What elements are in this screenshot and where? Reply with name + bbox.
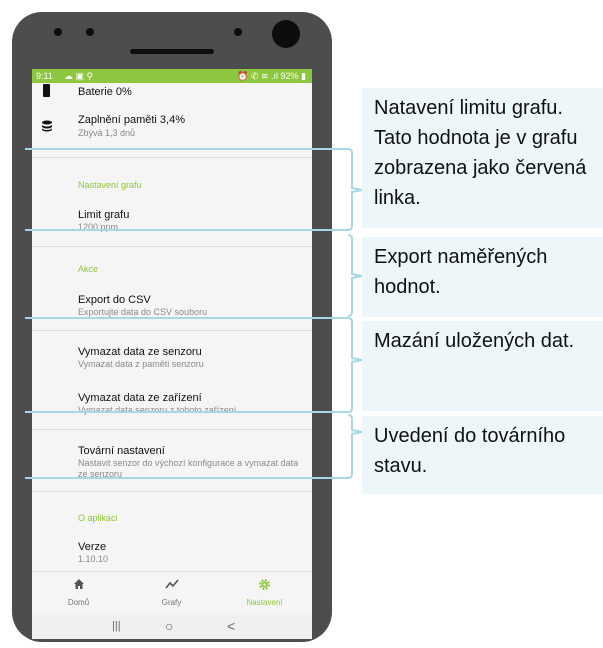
nav-home[interactable]: Domů <box>32 572 125 616</box>
chart-icon <box>165 579 179 589</box>
export-csv-title: Export do CSV <box>78 294 151 306</box>
clear-sensor-subtitle: Vymazat data z paměti senzoru <box>78 359 204 369</box>
front-camera <box>272 20 300 48</box>
clear-device-item[interactable]: Vymazat data ze zařízení Vymazat data se… <box>32 383 312 423</box>
divider <box>32 246 312 247</box>
camera-dot <box>54 28 62 36</box>
divider <box>32 429 312 430</box>
callout-factory: Uvedení do továrního stavu. <box>362 416 603 494</box>
section-graph-settings: Nastavení grafu <box>78 180 142 190</box>
divider <box>32 157 312 158</box>
system-status-icons: ⏰ ✆ ≋ .ıl 92% ▮ <box>237 71 306 81</box>
app-screen: 9:11 ☁ ▣ ⚲ ⏰ ✆ ≋ .ıl 92% ▮ Baterie 0% Za… <box>32 69 312 639</box>
nav-home-label: Domů <box>67 598 90 607</box>
status-bar: 9:11 ☁ ▣ ⚲ ⏰ ✆ ≋ .ıl 92% ▮ <box>32 69 312 83</box>
home-icon <box>74 579 84 589</box>
camera-dot <box>234 28 242 36</box>
divider <box>32 491 312 492</box>
export-csv-subtitle: Exportujte data do CSV souboru <box>78 307 208 317</box>
nav-settings[interactable]: Nastavení <box>218 572 311 616</box>
version-value: 1.10.10 <box>78 554 109 564</box>
bracket-export <box>347 234 363 317</box>
section-about: O aplikaci <box>78 513 118 523</box>
version-item: Verze 1.10.10 <box>32 531 312 569</box>
camera-dot <box>86 28 94 36</box>
version-title: Verze <box>78 541 107 553</box>
nav-settings-label: Nastavení <box>246 598 283 607</box>
battery-row: Baterie 0% <box>32 83 312 105</box>
factory-reset-subtitle: Nastavit senzor do výchozí konfigurace a… <box>78 458 299 479</box>
battery-icon <box>43 84 50 97</box>
storage-icon <box>41 119 53 137</box>
clear-sensor-title: Vymazat data ze senzoru <box>78 346 202 358</box>
clear-device-subtitle: Vymazat data senzoru z tohoto zařízení <box>78 405 237 415</box>
export-csv-item[interactable]: Export do CSV Exportujte data do CSV sou… <box>32 284 312 324</box>
clear-device-title: Vymazat data ze zařízení <box>78 392 202 404</box>
callout-graph-limit: Natavení limitu grafu. Tato hodnota je v… <box>362 88 603 228</box>
graph-limit-title: Limit grafu <box>78 209 130 221</box>
nav-charts[interactable]: Grafy <box>125 572 218 616</box>
callout-export: Export naměřených hodnot. <box>362 237 603 317</box>
status-time: 9:11 <box>36 71 53 81</box>
home-button[interactable]: ○ <box>165 618 173 634</box>
recent-apps-button[interactable]: ||| <box>112 620 121 632</box>
graph-limit-item[interactable]: Limit grafu 1200 ppm <box>32 199 312 241</box>
bottom-navigation: Domů Grafy Nastavení <box>32 571 312 616</box>
nav-charts-label: Grafy <box>161 598 182 607</box>
callout-clear: Mazání uložených dat. <box>362 321 603 411</box>
memory-usage-label: Zaplnění paměti 3,4% <box>78 114 186 126</box>
section-actions: Akce <box>78 264 99 274</box>
speaker-grille <box>130 49 214 54</box>
memory-remaining-label: Zbývá 1,3 dnů <box>78 128 136 138</box>
phone-frame: 9:11 ☁ ▣ ⚲ ⏰ ✆ ≋ .ıl 92% ▮ Baterie 0% Za… <box>12 12 332 642</box>
gear-icon <box>259 579 270 590</box>
divider <box>32 330 312 331</box>
back-button[interactable]: < <box>227 618 235 634</box>
graph-limit-value: 1200 ppm <box>78 222 119 232</box>
battery-label: Baterie 0% <box>78 86 132 98</box>
notification-icons: ☁ ▣ ⚲ <box>64 71 94 81</box>
factory-reset-title: Tovární nastavení <box>78 445 165 457</box>
clear-sensor-item[interactable]: Vymazat data ze senzoru Vymazat data z p… <box>32 337 312 377</box>
system-navigation: ||| ○ < <box>32 615 312 639</box>
memory-row: Zaplnění paměti 3,4% Zbývá 1,3 dnů <box>32 107 312 151</box>
factory-reset-item[interactable]: Tovární nastavení Nastavit senzor do výc… <box>32 433 312 487</box>
